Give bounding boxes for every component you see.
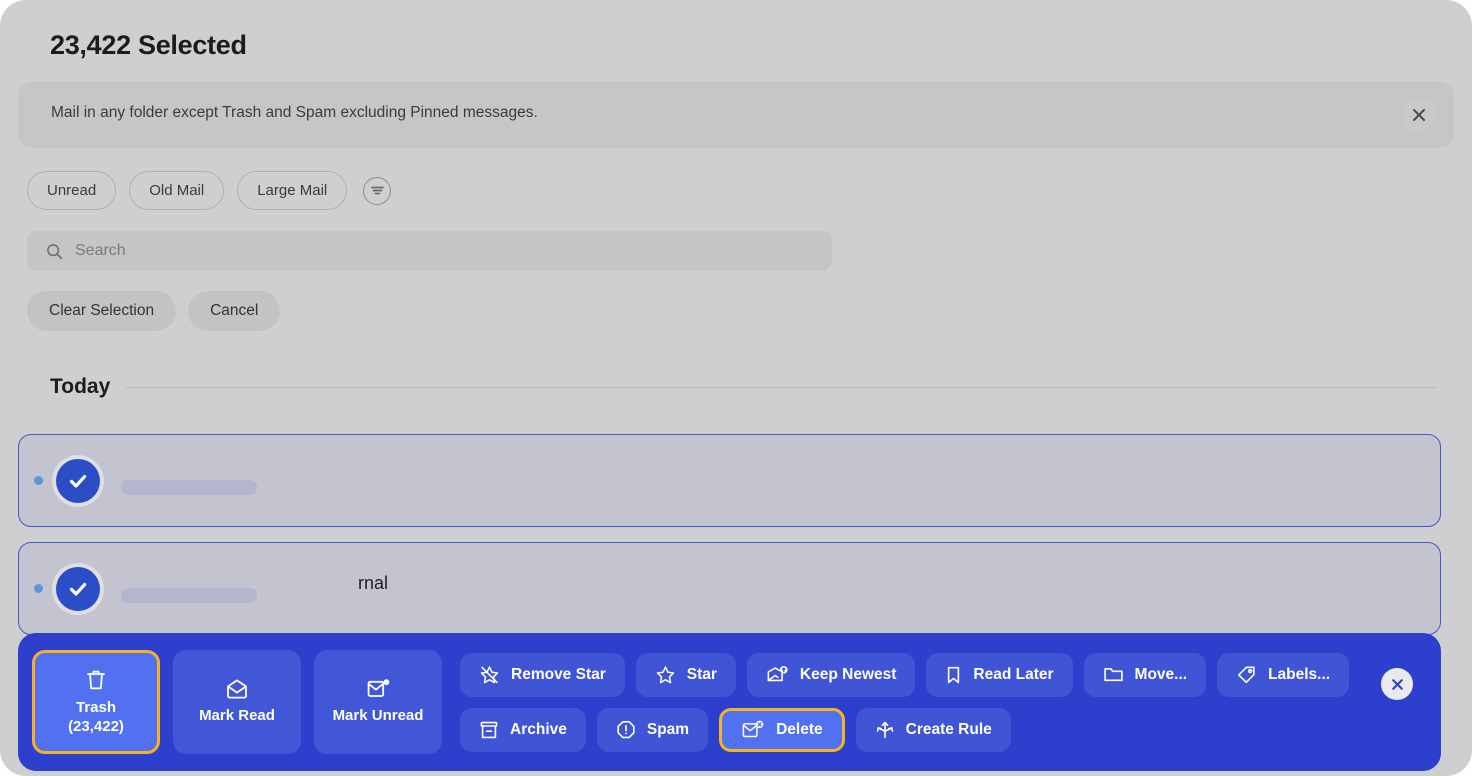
day-label: Today — [50, 375, 111, 398]
preview-placeholder — [121, 587, 257, 603]
keep-newest-label: Keep Newest — [799, 665, 897, 683]
mark-read-button[interactable]: Mark Read — [173, 650, 301, 754]
chip-large-mail[interactable]: Large Mail — [237, 171, 348, 210]
arrows-branch-icon — [875, 720, 895, 740]
unread-dot-icon — [34, 476, 43, 485]
row-partial-subject: rnal — [358, 572, 389, 593]
table-row[interactable]: rnal — [18, 542, 1441, 635]
info-banner-text: Mail in any folder except Trash and Spam… — [51, 104, 538, 121]
mail-selection-screen: 23,422 Selected Mail in any folder excep… — [0, 0, 1472, 776]
envelope-arrow-up-icon — [766, 665, 789, 685]
star-button[interactable]: Star — [635, 652, 736, 697]
delete-label: Delete — [776, 720, 823, 738]
trash-button-label: Trash — [75, 698, 117, 716]
selection-action-row: Clear Selection Cancel — [27, 291, 281, 331]
spam-label: Spam — [646, 720, 690, 738]
page-title: 23,422 Selected — [50, 30, 247, 60]
preview-placeholder — [121, 479, 257, 495]
day-divider: Today — [50, 375, 1436, 399]
row-content — [121, 467, 1440, 495]
close-icon[interactable] — [1381, 668, 1413, 700]
secondary-actions-row-2: Archive Spam Delete Create Rule — [460, 707, 1427, 752]
row-checkbox-checked[interactable] — [56, 458, 100, 503]
archive-button[interactable]: Archive — [460, 707, 586, 752]
folder-icon — [1103, 665, 1124, 684]
chip-old-mail[interactable]: Old Mail — [129, 171, 225, 210]
clear-selection-button[interactable]: Clear Selection — [27, 291, 177, 331]
divider-line — [126, 386, 1436, 388]
close-icon[interactable] — [1402, 98, 1436, 132]
envelope-open-icon — [225, 678, 249, 700]
search-input[interactable] — [75, 242, 767, 260]
star-slash-icon — [479, 665, 500, 685]
star-icon — [655, 665, 676, 685]
star-label: Star — [686, 665, 717, 683]
archive-box-icon — [479, 720, 499, 740]
trash-icon — [85, 668, 107, 692]
row-checkbox-checked[interactable] — [56, 566, 100, 611]
filter-chip-row: Unread Old Mail Large Mail — [27, 171, 392, 210]
read-later-label: Read Later — [973, 665, 1054, 683]
create-rule-label: Create Rule — [905, 720, 992, 738]
cancel-button[interactable]: Cancel — [188, 291, 281, 331]
envelope-x-icon — [741, 720, 765, 740]
mark-unread-button[interactable]: Mark Unread — [314, 650, 442, 754]
filter-list-icon[interactable] — [363, 176, 392, 205]
move-button[interactable]: Move... — [1083, 652, 1207, 697]
trash-button-count: (23,422) — [68, 717, 124, 735]
secondary-actions-row-1: Remove Star Star Keep Newest Read Later … — [460, 652, 1427, 697]
mark-read-labels: Mark Read — [199, 707, 275, 726]
unread-dot-icon — [34, 584, 43, 593]
trash-button-labels: Trash (23,422) — [68, 699, 124, 737]
bulk-action-toolbar: Trash (23,422) Mark Read Mark Unread Rem… — [18, 633, 1441, 771]
labels-button[interactable]: Labels... — [1217, 652, 1350, 697]
search-bar[interactable] — [27, 231, 832, 271]
archive-label: Archive — [510, 720, 567, 738]
secondary-actions: Remove Star Star Keep Newest Read Later … — [460, 652, 1427, 752]
read-later-button[interactable]: Read Later — [926, 652, 1073, 697]
table-row[interactable] — [18, 434, 1441, 527]
search-icon — [46, 243, 63, 260]
mark-unread-labels: Mark Unread — [333, 707, 424, 726]
trash-button[interactable]: Trash (23,422) — [32, 650, 160, 754]
keep-newest-button[interactable]: Keep Newest — [746, 652, 916, 697]
chip-unread[interactable]: Unread — [27, 171, 117, 210]
info-banner: Mail in any folder except Trash and Spam… — [18, 82, 1454, 148]
mark-unread-button-label: Mark Unread — [332, 707, 424, 725]
mark-read-button-label: Mark Read — [199, 707, 275, 725]
tag-icon — [1236, 665, 1257, 685]
create-rule-button[interactable]: Create Rule — [855, 707, 1011, 752]
move-label: Move... — [1134, 665, 1188, 683]
spam-button[interactable]: Spam — [596, 707, 709, 752]
octagon-exclamation-icon — [616, 720, 636, 740]
envelope-unread-icon — [366, 678, 391, 700]
remove-star-label: Remove Star — [511, 665, 606, 683]
bookmark-icon — [945, 665, 962, 685]
row-content: rnal — [121, 572, 1440, 603]
delete-button[interactable]: Delete — [719, 707, 845, 752]
labels-label: Labels... — [1268, 665, 1331, 683]
remove-star-button[interactable]: Remove Star — [460, 652, 625, 697]
